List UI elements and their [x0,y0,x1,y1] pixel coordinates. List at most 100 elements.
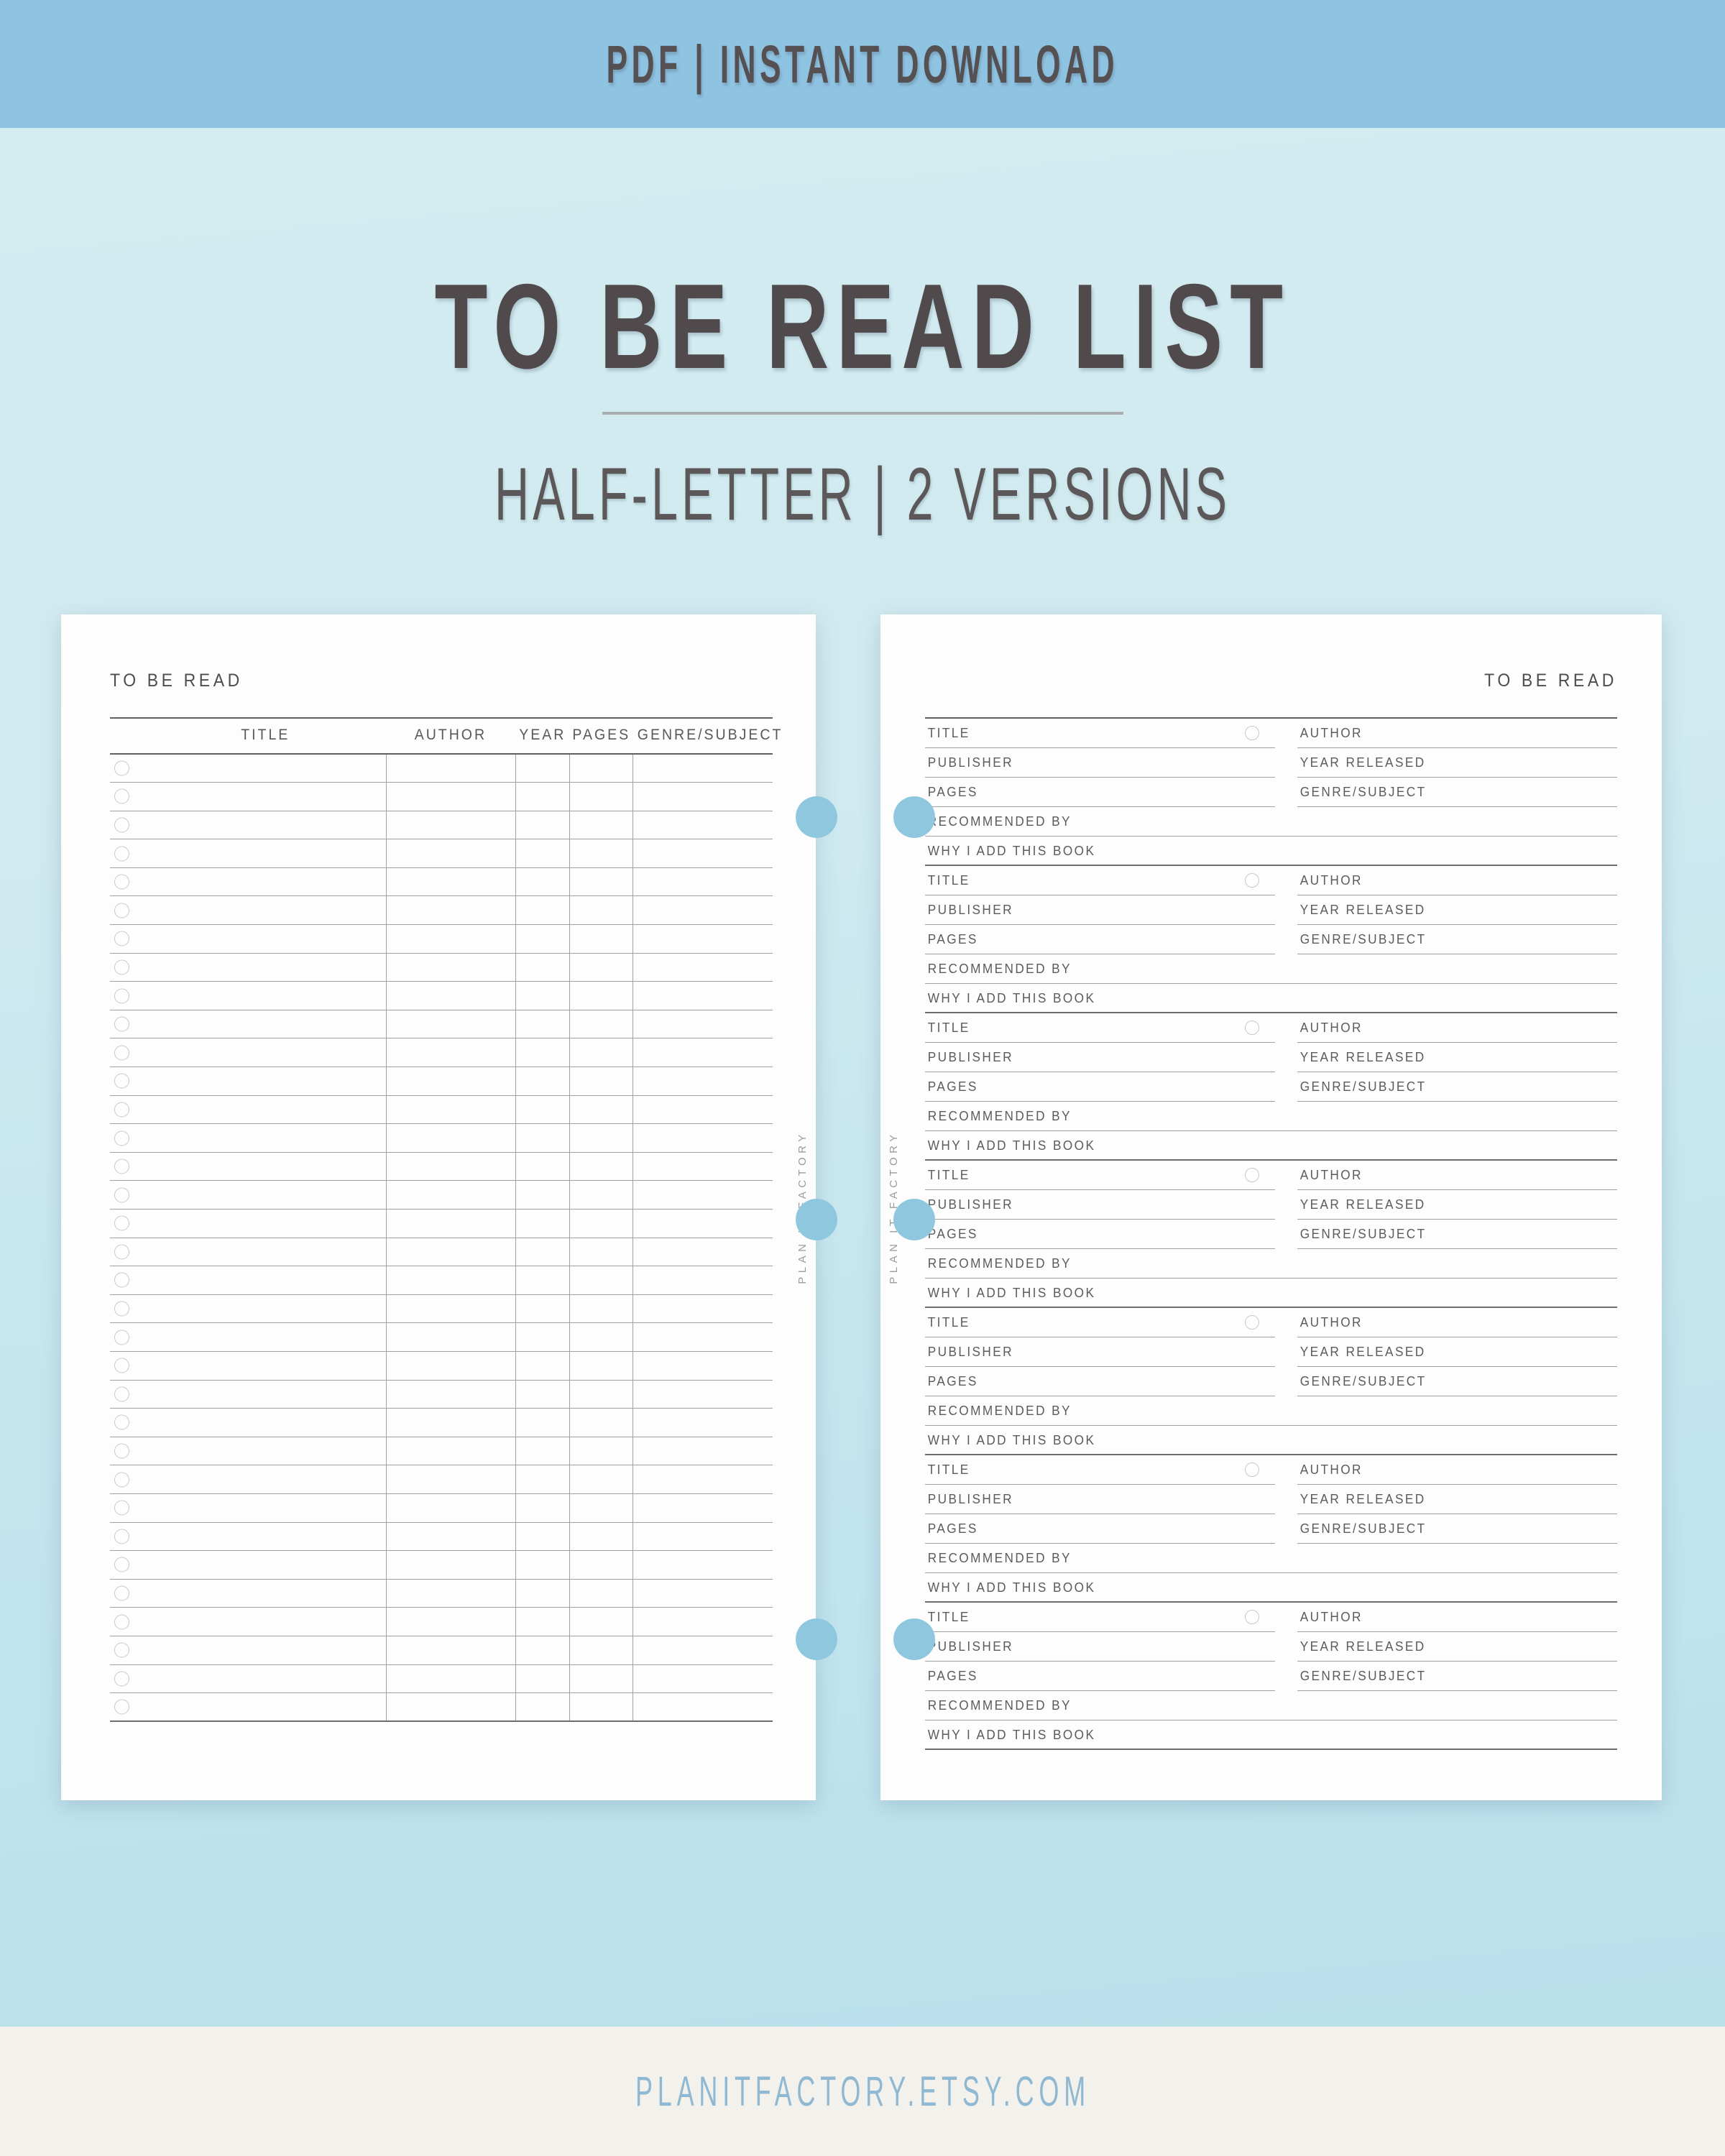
field-why-i-add-this-book[interactable]: WHY I ADD THIS BOOK [925,1720,1617,1750]
cell-year[interactable] [515,1692,571,1723]
circle-checkbox-icon[interactable] [114,1187,129,1203]
circle-checkbox-icon[interactable] [114,1642,129,1658]
cell-pages[interactable] [569,1038,633,1068]
cell-genre[interactable] [632,1408,773,1437]
cell-genre[interactable] [632,895,773,926]
table-row[interactable] [110,1266,773,1295]
field-publisher[interactable]: PUBLISHER [925,1043,1276,1072]
cell-year[interactable] [515,1038,571,1068]
cell-author[interactable] [386,981,516,1010]
circle-checkbox-icon[interactable] [114,788,129,804]
row-checkbox-cell[interactable] [110,839,144,868]
field-publisher[interactable]: PUBLISHER [925,1190,1276,1220]
field-author[interactable]: AUTHOR [1297,1013,1617,1043]
cell-pages[interactable] [569,867,633,897]
cell-pages[interactable] [569,1493,633,1523]
cell-author[interactable] [386,1266,516,1295]
row-checkbox-cell[interactable] [110,1294,144,1324]
circle-checkbox-icon[interactable] [114,1073,129,1089]
row-checkbox-cell[interactable] [110,1209,144,1238]
table-row[interactable] [110,1692,773,1723]
cell-year[interactable] [515,1550,571,1580]
cell-year[interactable] [515,1380,571,1409]
cell-year[interactable] [515,1664,571,1694]
field-author[interactable]: AUTHOR [1297,719,1617,748]
cell-title[interactable] [144,1238,387,1267]
field-pages[interactable]: PAGES [925,925,1276,954]
cell-author[interactable] [386,782,516,811]
circle-checkbox-icon[interactable] [114,931,129,946]
cell-pages[interactable] [569,1266,633,1295]
cell-author[interactable] [386,1351,516,1381]
cell-genre[interactable] [632,1664,773,1694]
field-recommended-by[interactable]: RECOMMENDED BY [925,807,1617,837]
cell-author[interactable] [386,1692,516,1723]
cell-year[interactable] [515,895,571,926]
field-author[interactable]: AUTHOR [1297,866,1617,895]
circle-checkbox-icon[interactable] [1245,873,1260,888]
cell-pages[interactable] [569,1180,633,1210]
cell-title[interactable] [144,1408,387,1437]
cell-pages[interactable] [569,1010,633,1039]
table-row[interactable] [110,1550,773,1580]
table-row[interactable] [110,754,773,783]
circle-checkbox-icon[interactable] [114,903,129,918]
cell-genre[interactable] [632,754,773,783]
field-recommended-by[interactable]: RECOMMENDED BY [925,1102,1617,1131]
cell-author[interactable] [386,1067,516,1096]
table-row[interactable] [110,839,773,868]
cell-title[interactable] [144,1607,387,1636]
circle-checkbox-icon[interactable] [114,1301,129,1317]
cell-year[interactable] [515,1266,571,1295]
cell-title[interactable] [144,1380,387,1409]
circle-checkbox-icon[interactable] [114,1699,129,1715]
cell-author[interactable] [386,1465,516,1494]
field-recommended-by[interactable]: RECOMMENDED BY [925,1544,1617,1573]
cell-author[interactable] [386,1579,516,1608]
field-why-i-add-this-book[interactable]: WHY I ADD THIS BOOK [925,1573,1617,1603]
row-checkbox-cell[interactable] [110,1380,144,1409]
cell-pages[interactable] [569,1692,633,1723]
cell-year[interactable] [515,1636,571,1665]
cell-author[interactable] [386,1123,516,1153]
cell-author[interactable] [386,1038,516,1068]
field-why-i-add-this-book[interactable]: WHY I ADD THIS BOOK [925,1426,1617,1455]
field-publisher[interactable]: PUBLISHER [925,1632,1276,1662]
circle-checkbox-icon[interactable] [114,1557,129,1572]
cell-pages[interactable] [569,953,633,982]
cell-title[interactable] [144,1692,387,1723]
cell-title[interactable] [144,1038,387,1068]
row-checkbox-cell[interactable] [110,1152,144,1181]
field-recommended-by[interactable]: RECOMMENDED BY [925,1249,1617,1279]
row-checkbox-cell[interactable] [110,1465,144,1494]
cell-genre[interactable] [632,953,773,982]
table-row[interactable] [110,1123,773,1153]
cell-title[interactable] [144,1266,387,1295]
field-pages[interactable]: PAGES [925,1514,1276,1544]
field-genre-subject[interactable]: GENRE/SUBJECT [1297,778,1617,807]
cell-title[interactable] [144,1465,387,1494]
row-checkbox-cell[interactable] [110,1351,144,1381]
cell-author[interactable] [386,1380,516,1409]
row-checkbox-cell[interactable] [110,1607,144,1636]
table-row[interactable] [110,867,773,897]
cell-genre[interactable] [632,981,773,1010]
row-checkbox-cell[interactable] [110,1095,144,1125]
cell-author[interactable] [386,895,516,926]
cell-pages[interactable] [569,981,633,1010]
cell-genre[interactable] [632,1493,773,1523]
cell-author[interactable] [386,1636,516,1665]
cell-year[interactable] [515,981,571,1010]
cell-year[interactable] [515,811,571,840]
field-year-released[interactable]: YEAR RELEASED [1297,1632,1617,1662]
circle-checkbox-icon[interactable] [114,874,129,890]
row-checkbox-cell[interactable] [110,1579,144,1608]
row-checkbox-cell[interactable] [110,1636,144,1665]
field-year-released[interactable]: YEAR RELEASED [1297,895,1617,925]
field-publisher[interactable]: PUBLISHER [925,895,1276,925]
circle-checkbox-icon[interactable] [1245,726,1260,740]
circle-checkbox-icon[interactable] [1245,1462,1260,1477]
cell-year[interactable] [515,1010,571,1039]
field-author[interactable]: AUTHOR [1297,1455,1617,1485]
row-checkbox-cell[interactable] [110,1123,144,1153]
